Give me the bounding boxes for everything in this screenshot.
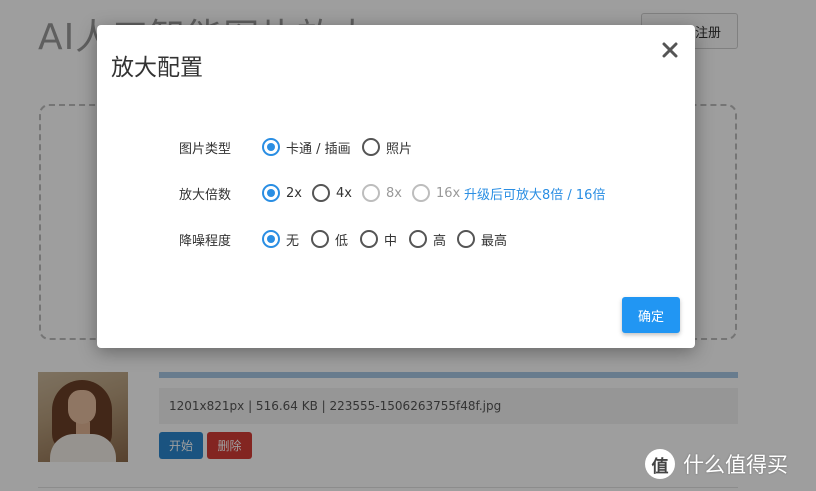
option-label: 2x [286,185,302,201]
image-type-row: 图片类型 卡通 / 插画 照片 [97,135,695,159]
dialog-title: 放大配置 [111,55,203,81]
option-label: 16x [436,185,461,201]
radio-icon [412,184,430,202]
option-label: 低 [335,233,349,249]
scale-option-16x: 16x [412,181,460,205]
radio-icon [362,184,380,202]
option-label: 4x [336,185,352,201]
noise-label: 降噪程度 [179,234,232,249]
radio-icon [262,138,280,156]
scale-option-4x[interactable]: 4x [312,181,352,205]
upscale-config-dialog: 放大配置 图片类型 卡通 / 插画 照片 放大倍数 2x 4x 8x 16x 升… [97,25,695,348]
noise-row: 降噪程度 无 低 中 高 最高 [97,227,695,251]
image-type-label: 图片类型 [179,142,232,157]
radio-icon [360,230,378,248]
watermark-text: 什么值得买 [683,453,788,477]
scale-option-2x[interactable]: 2x [262,181,302,205]
option-label: 最高 [481,233,508,249]
option-label: 高 [433,233,447,249]
option-label: 中 [384,233,398,249]
watermark: 值 什么值得买 [645,446,788,482]
option-label: 8x [386,185,402,201]
radio-icon [311,230,329,248]
noise-option-none[interactable]: 无 [262,227,299,251]
radio-icon [362,138,380,156]
close-icon[interactable] [659,39,681,61]
option-label: 卡通 / 插画 [286,141,351,157]
radio-icon [262,184,280,202]
smzdm-logo-icon: 值 [645,449,675,479]
radio-icon [262,230,280,248]
radio-icon [409,230,427,248]
radio-icon [312,184,330,202]
confirm-button[interactable]: 确定 [622,297,680,333]
scale-row: 放大倍数 2x 4x 8x 16x 升级后可放大8倍 / 16倍 [97,181,695,205]
option-label: 无 [286,233,300,249]
noise-option-medium[interactable]: 中 [360,227,397,251]
noise-option-highest[interactable]: 最高 [457,227,507,251]
scale-label: 放大倍数 [179,188,232,203]
radio-icon [457,230,475,248]
option-label: 照片 [386,141,413,157]
upgrade-link[interactable]: 升级后可放大8倍 / 16倍 [464,184,605,203]
noise-option-low[interactable]: 低 [311,227,348,251]
noise-option-high[interactable]: 高 [409,227,446,251]
image-type-option-cartoon[interactable]: 卡通 / 插画 [262,135,351,159]
scale-option-8x: 8x [362,181,402,205]
image-type-option-photo[interactable]: 照片 [362,135,412,159]
